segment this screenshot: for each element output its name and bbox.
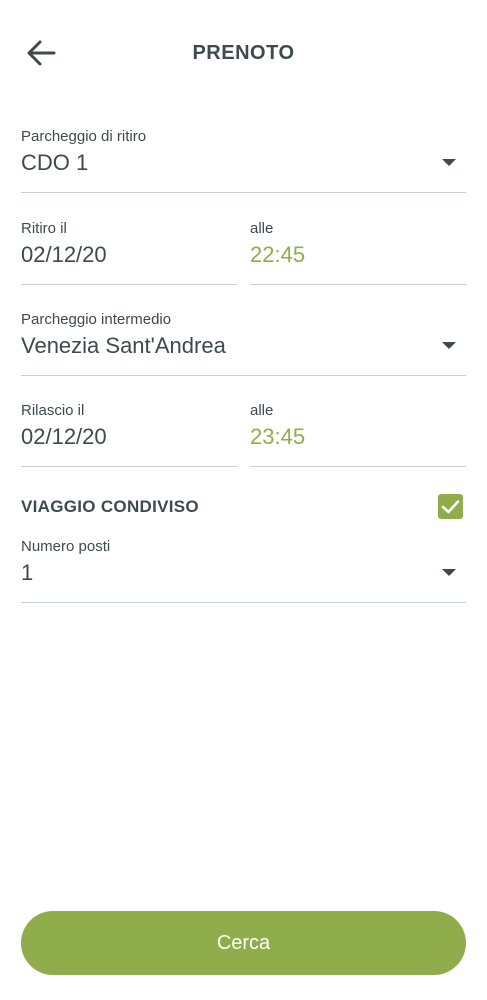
- check-icon: [441, 500, 460, 514]
- pickup-parking-label: Parcheggio di ritiro: [21, 128, 147, 145]
- seats-value: 1: [21, 560, 34, 585]
- shared-trip-label: VIAGGIO CONDIVISO: [21, 497, 199, 516]
- pickup-parking-value: CDO 1: [21, 150, 89, 175]
- release-time-label: alle: [250, 402, 274, 419]
- seats-label: Numero posti: [21, 538, 111, 555]
- pickup-time-label: alle: [250, 220, 274, 237]
- seats-select[interactable]: Numero posti 1: [21, 536, 466, 603]
- intermediate-parking-value: Venezia Sant'Andrea: [21, 333, 226, 358]
- pickup-time-value: 22:45: [250, 242, 306, 267]
- release-time-value: 23:45: [250, 424, 306, 449]
- pickup-time-field[interactable]: alle 22:45: [250, 218, 466, 285]
- app-header: PRENOTO: [0, 0, 487, 105]
- intermediate-parking-label: Parcheggio intermedio: [21, 311, 172, 328]
- chevron-down-icon[interactable]: [442, 159, 456, 166]
- chevron-down-icon[interactable]: [442, 569, 456, 576]
- release-date-field[interactable]: Rilascio il 02/12/20: [21, 400, 237, 467]
- release-date-value: 02/12/20: [21, 424, 107, 449]
- pickup-parking-select[interactable]: Parcheggio di ritiro CDO 1: [21, 126, 466, 193]
- release-date-label: Rilascio il: [21, 402, 85, 419]
- pickup-date-field[interactable]: Ritiro il 02/12/20: [21, 218, 237, 285]
- intermediate-parking-select[interactable]: Parcheggio intermedio Venezia Sant'Andre…: [21, 309, 466, 376]
- release-time-field[interactable]: alle 23:45: [250, 400, 466, 467]
- shared-trip-checkbox[interactable]: [438, 494, 463, 519]
- pickup-date-label: Ritiro il: [21, 220, 67, 237]
- page-title: PRENOTO: [192, 42, 295, 64]
- chevron-down-icon[interactable]: [442, 342, 456, 349]
- search-button[interactable]: Cerca: [21, 911, 466, 975]
- pickup-date-value: 02/12/20: [21, 242, 107, 267]
